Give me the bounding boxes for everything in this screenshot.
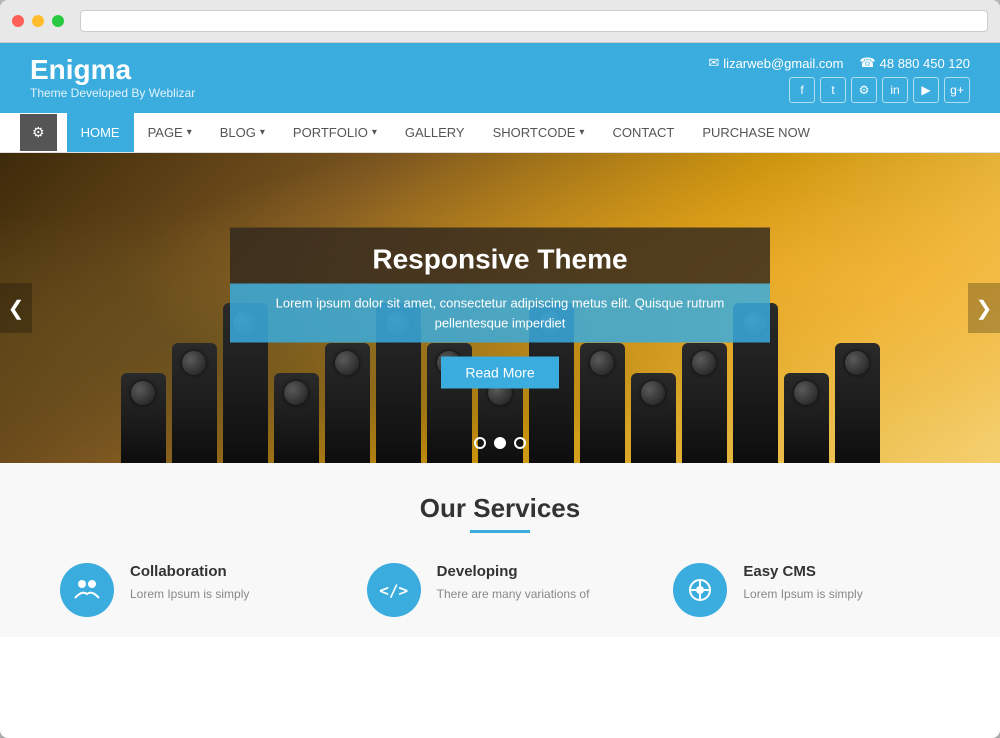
collaboration-description: Lorem Ipsum is simply [130, 585, 249, 603]
service-item-developing: </> Developing There are many variations… [367, 563, 634, 617]
google-plus-icon[interactable]: g+ [944, 77, 970, 103]
knob [121, 373, 166, 463]
minimize-button[interactable] [32, 15, 44, 27]
browser-chrome [0, 0, 1000, 43]
cms-icon [673, 563, 727, 617]
phone-info: ☎ 48 880 450 120 [859, 55, 970, 71]
maximize-button[interactable] [52, 15, 64, 27]
nav-label-portfolio: PORTFOLIO [293, 125, 368, 140]
email-icon: ✉ [708, 55, 719, 71]
nav-label-shortcode: SHORTCODE [493, 125, 576, 140]
knob [784, 373, 829, 463]
header-right: ✉ lizarweb@gmail.com ☎ 48 880 450 120 f … [708, 55, 970, 103]
nav-label-home: HOME [81, 125, 120, 140]
developing-text: Developing There are many variations of [437, 563, 590, 603]
browser-window: Enigma Theme Developed By Weblizar ✉ liz… [0, 0, 1000, 738]
services-heading: Our Services [40, 493, 960, 524]
developing-title: Developing [437, 563, 590, 580]
chevron-down-icon: ▾ [372, 127, 377, 138]
slide-description: Lorem ipsum dolor sit amet, consectetur … [260, 294, 740, 333]
nav-item-home[interactable]: HOME [67, 113, 134, 152]
services-grid: Collaboration Lorem Ipsum is simply </> … [40, 563, 960, 617]
slide-description-box: Lorem ipsum dolor sit amet, consectetur … [230, 284, 770, 343]
slide-title: Responsive Theme [260, 244, 740, 276]
nav-item-portfolio[interactable]: PORTFOLIO ▾ [279, 113, 391, 152]
chevron-down-icon: ▾ [187, 127, 192, 138]
url-bar[interactable] [80, 10, 988, 32]
nav-label-contact: CONTACT [612, 125, 674, 140]
slider-next-button[interactable]: ❯ [968, 283, 1000, 333]
nav-label-blog: BLOG [220, 125, 256, 140]
knob [172, 343, 217, 463]
collaboration-text: Collaboration Lorem Ipsum is simply [130, 563, 249, 603]
main-content: Our Services Collaboration Lorem Ipsum i… [0, 463, 1000, 637]
nav-item-shortcode[interactable]: SHORTCODE ▾ [479, 113, 599, 152]
service-item-cms: Easy CMS Lorem Ipsum is simply [673, 563, 940, 617]
cms-title: Easy CMS [743, 563, 862, 580]
settings-icon: ⚙ [32, 124, 45, 140]
slide-content: Responsive Theme Lorem ipsum dolor sit a… [230, 228, 770, 389]
nav-item-blog[interactable]: BLOG ▾ [206, 113, 279, 152]
chevron-right-icon: ❯ [976, 296, 993, 321]
services-section-title: Our Services [40, 493, 960, 524]
hero-slider: ❮ Responsive Theme Lorem ipsum dolor sit… [0, 153, 1000, 463]
chevron-down-icon: ▾ [260, 127, 265, 138]
slider-prev-button[interactable]: ❮ [0, 283, 32, 333]
slide-dot-2[interactable] [494, 437, 506, 449]
slider-dots [474, 437, 526, 449]
contact-info: ✉ lizarweb@gmail.com ☎ 48 880 450 120 [708, 55, 970, 71]
chevron-down-icon: ▾ [579, 127, 584, 138]
cms-text: Easy CMS Lorem Ipsum is simply [743, 563, 862, 603]
phone-icon: ☎ [859, 55, 875, 71]
site-brand: Enigma Theme Developed By Weblizar [30, 55, 195, 100]
nav-item-gallery[interactable]: GALLERY [391, 113, 479, 152]
section-underline [470, 530, 530, 533]
email-address: lizarweb@gmail.com [723, 56, 843, 71]
nav-settings-button[interactable]: ⚙ [20, 114, 57, 151]
slide-dot-1[interactable] [474, 437, 486, 449]
collaboration-title: Collaboration [130, 563, 249, 580]
navbar: ⚙ HOME PAGE ▾ BLOG ▾ PORTFOLIO ▾ GALLERY… [0, 113, 1000, 153]
nav-item-page[interactable]: PAGE ▾ [134, 113, 206, 152]
twitter-icon[interactable]: t [820, 77, 846, 103]
close-button[interactable] [12, 15, 24, 27]
email-info: ✉ lizarweb@gmail.com [708, 55, 843, 71]
collaboration-icon [60, 563, 114, 617]
nav-label-gallery: GALLERY [405, 125, 465, 140]
youtube-icon[interactable]: ▶ [913, 77, 939, 103]
nav-item-purchase[interactable]: PURCHASE NOW [688, 113, 824, 152]
phone-number: 48 880 450 120 [880, 56, 970, 71]
code-icon: </> [379, 581, 408, 600]
linkedin-icon[interactable]: in [882, 77, 908, 103]
developing-description: There are many variations of [437, 585, 590, 603]
settings-social-icon[interactable]: ⚙ [851, 77, 877, 103]
cms-description: Lorem Ipsum is simply [743, 585, 862, 603]
slide-dot-3[interactable] [514, 437, 526, 449]
knob [835, 343, 880, 463]
site-tagline: Theme Developed By Weblizar [30, 86, 195, 100]
social-icons: f t ⚙ in ▶ g+ [789, 77, 970, 103]
nav-label-page: PAGE [148, 125, 183, 140]
slide-title-box: Responsive Theme [230, 228, 770, 284]
nav-item-contact[interactable]: CONTACT [598, 113, 688, 152]
read-more-button[interactable]: Read More [441, 357, 558, 389]
developing-icon: </> [367, 563, 421, 617]
site-header: Enigma Theme Developed By Weblizar ✉ liz… [0, 43, 1000, 113]
site-title: Enigma [30, 55, 195, 86]
chevron-left-icon: ❮ [8, 296, 25, 321]
facebook-icon[interactable]: f [789, 77, 815, 103]
nav-label-purchase: PURCHASE NOW [702, 125, 810, 140]
service-item-collaboration: Collaboration Lorem Ipsum is simply [60, 563, 327, 617]
